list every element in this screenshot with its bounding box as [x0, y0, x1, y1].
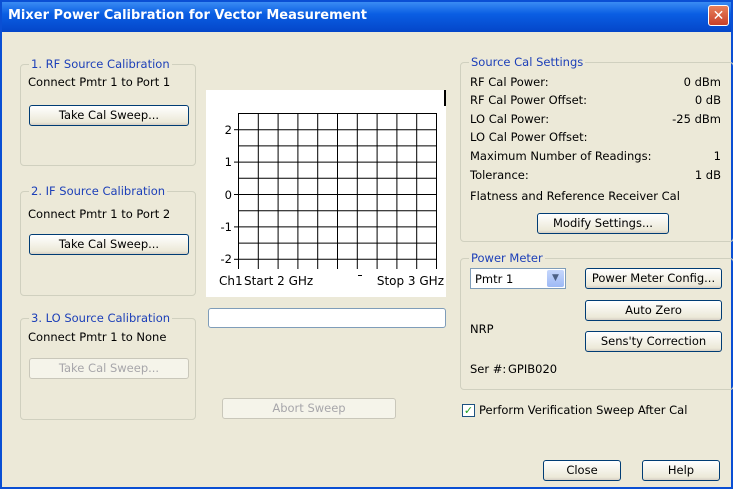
if-group-legend: 2. IF Source Calibration [29, 184, 168, 198]
verification-label[interactable]: Perform Verification Sweep After Cal [479, 403, 687, 417]
sweep-progress-bar [208, 308, 446, 328]
lo-connect-text: Connect Pmtr 1 to None [28, 330, 167, 344]
chevron-down-icon[interactable]: ▼ [547, 270, 564, 287]
if-take-cal-sweep-button[interactable]: Take Cal Sweep... [29, 234, 189, 255]
flatness-text: Flatness and Reference Receiver Cal [470, 189, 680, 203]
y-tick-label: 0 [225, 188, 232, 202]
lo-take-cal-sweep-button[interactable]: Take Cal Sweep... [29, 358, 189, 379]
plot-stop-label: Stop 3 GHz [377, 274, 444, 288]
power-meter-select-value: Pmtr 1 [475, 272, 514, 286]
tolerance-value: 1 dB [694, 168, 721, 182]
close-button[interactable]: Close [543, 460, 621, 481]
power-meter-config-button[interactable]: Power Meter Config... [585, 268, 722, 289]
rf-cal-power-offset-value: 0 dB [694, 93, 721, 107]
rf-connect-text: Connect Pmtr 1 to Port 1 [28, 75, 171, 89]
rf-cal-power-value: 0 dBm [683, 75, 721, 89]
plot-start-label: Start 2 GHz [244, 274, 313, 288]
y-tick-label: 2 [225, 123, 232, 137]
plot-channel-label: Ch1 [219, 274, 243, 288]
rf-group-legend: 1. RF Source Calibration [29, 57, 172, 71]
help-button[interactable]: Help [642, 460, 720, 481]
auto-zero-button[interactable]: Auto Zero [585, 300, 722, 321]
lo-cal-power-offset-label: LO Cal Power Offset: [470, 130, 588, 144]
abort-sweep-button[interactable]: Abort Sweep [222, 398, 396, 419]
window-title: Mixer Power Calibration for Vector Measu… [8, 8, 367, 23]
close-icon[interactable]: ✕ [708, 5, 729, 26]
serial-label: Ser #: [470, 362, 507, 376]
tolerance-label: Tolerance: [470, 168, 529, 182]
lo-group-legend: 3. LO Source Calibration [29, 311, 173, 325]
max-readings-label: Maximum Number of Readings: [470, 149, 652, 163]
rf-cal-power-label: RF Cal Power: [470, 75, 549, 89]
rf-take-cal-sweep-button[interactable]: Take Cal Sweep... [29, 105, 189, 126]
source-cal-legend: Source Cal Settings [469, 55, 586, 69]
y-tick-label: -1 [221, 220, 232, 234]
modify-settings-button[interactable]: Modify Settings... [537, 213, 669, 234]
verification-checkbox[interactable]: ✓ [462, 404, 475, 417]
dialog-window: Mixer Power Calibration for Vector Measu… [0, 0, 733, 489]
y-tick-label: -2 [221, 252, 232, 266]
title-bar[interactable]: Mixer Power Calibration for Vector Measu… [2, 2, 731, 32]
serial-value: GPIB020 [508, 362, 558, 376]
rf-cal-power-offset-label: RF Cal Power Offset: [470, 93, 588, 107]
lo-cal-power-label: LO Cal Power: [470, 112, 550, 126]
power-meter-model: NRP [470, 322, 494, 336]
y-tick-label: 1 [225, 155, 232, 169]
if-connect-text: Connect Pmtr 1 to Port 2 [28, 207, 171, 221]
lo-cal-power-value: -25 dBm [672, 112, 721, 126]
power-meter-select[interactable]: Pmtr 1 ▼ [470, 268, 566, 289]
sensitivity-correction-button[interactable]: Sens'ty Correction [585, 331, 722, 352]
power-meter-legend: Power Meter [469, 251, 545, 265]
calibration-plot: 2 1 0 -1 -2 Ch1 Start 2 GHz Stop 3 GHz [206, 90, 446, 297]
max-readings-value: 1 [713, 149, 721, 163]
